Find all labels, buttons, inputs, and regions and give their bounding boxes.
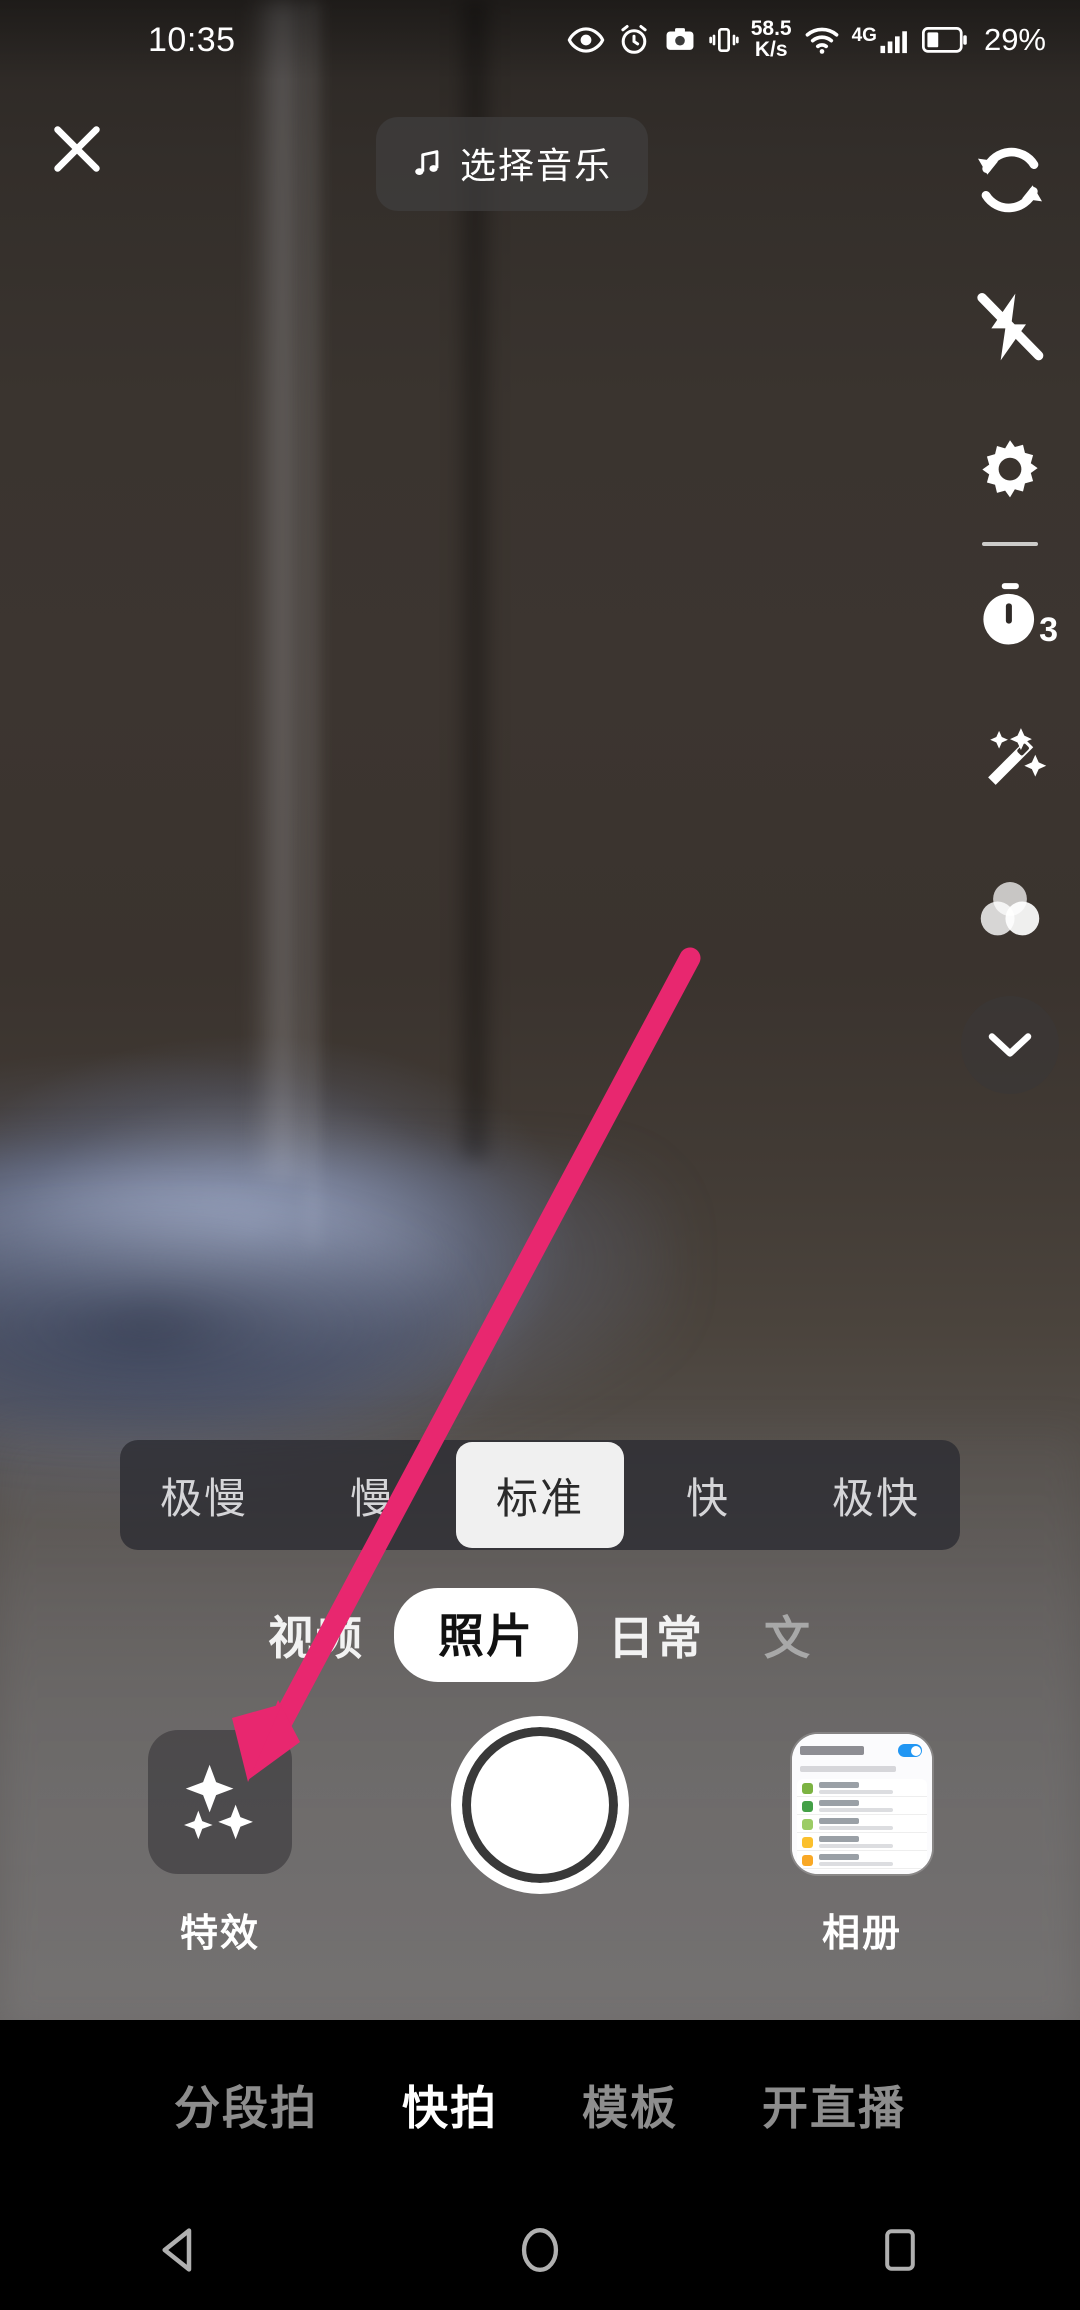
effects-button[interactable] bbox=[148, 1730, 292, 1874]
flash-toggle-button[interactable] bbox=[940, 277, 1080, 377]
speed-option-standard[interactable]: 标准 bbox=[456, 1442, 624, 1548]
beauty-button[interactable] bbox=[940, 713, 1080, 813]
album-label: 相册 bbox=[821, 1913, 902, 1955]
rail-divider bbox=[982, 542, 1038, 546]
flip-camera-icon bbox=[978, 147, 1042, 213]
nav-item-live[interactable]: 开直播 bbox=[720, 2072, 948, 2138]
settings-button[interactable] bbox=[940, 424, 1080, 524]
status-time: 10:35 bbox=[148, 20, 236, 59]
tab-text[interactable]: 文 bbox=[734, 1602, 842, 1668]
tab-daily[interactable]: 日常 bbox=[578, 1602, 734, 1668]
effects-label: 特效 bbox=[179, 1913, 260, 1955]
speed-option-fast[interactable]: 快 bbox=[624, 1440, 792, 1550]
tab-video[interactable]: 视频 bbox=[238, 1602, 394, 1668]
capture-row: 特效 相册 bbox=[0, 1716, 1080, 2010]
speed-option-slow[interactable]: 慢 bbox=[288, 1440, 456, 1550]
select-music-button[interactable]: 选择音乐 bbox=[376, 117, 649, 211]
shutter-button[interactable] bbox=[451, 1716, 629, 1894]
filter-button[interactable] bbox=[940, 860, 1080, 960]
timer-icon bbox=[983, 583, 1035, 645]
tool-rail: 3 bbox=[940, 130, 1080, 1094]
beauty-wand-icon bbox=[988, 728, 1047, 785]
battery-percent: 29% bbox=[983, 22, 1046, 57]
close-icon bbox=[54, 126, 100, 172]
preview-floor-shadow bbox=[0, 1210, 460, 1440]
mode-tabs: 视频 照片 日常 文 bbox=[0, 1580, 1080, 1690]
chevron-down-icon bbox=[988, 1033, 1032, 1057]
nav-item-quick-shoot[interactable]: 快拍 bbox=[360, 2072, 540, 2138]
wifi-icon bbox=[803, 23, 841, 57]
system-home-button[interactable] bbox=[450, 2190, 630, 2310]
mobile-network-label: 4G bbox=[851, 25, 877, 46]
bottom-nav: 分段拍 快拍 模板 开直播 bbox=[0, 2020, 1080, 2190]
select-music-label: 选择音乐 bbox=[460, 145, 613, 186]
eye-comfort-icon bbox=[567, 21, 605, 59]
tab-photo[interactable]: 照片 bbox=[394, 1588, 578, 1682]
alarm-icon bbox=[616, 22, 652, 58]
settings-gear-icon bbox=[982, 440, 1038, 498]
recents-square-icon bbox=[885, 2229, 915, 2271]
signal-bars-icon: 4G bbox=[852, 25, 911, 55]
sparkles-icon bbox=[184, 1764, 253, 1840]
speed-option-very-slow[interactable]: 极慢 bbox=[120, 1440, 288, 1550]
top-bar: 选择音乐 bbox=[0, 80, 1080, 220]
close-button[interactable] bbox=[34, 106, 120, 192]
nav-item-template[interactable]: 模板 bbox=[540, 2072, 720, 2138]
timer-badge: 3 bbox=[1039, 611, 1058, 649]
flip-camera-button[interactable] bbox=[940, 130, 1080, 230]
camera-screen: 10:35 58.5 K/s 4G 29% 选择音乐 3 极慢 慢 标准 快 极… bbox=[0, 0, 1080, 2310]
flash-off-icon bbox=[977, 293, 1044, 361]
system-back-button[interactable] bbox=[90, 2190, 270, 2310]
filter-icon bbox=[980, 882, 1040, 936]
network-speed-unit: K/s bbox=[754, 38, 788, 61]
home-circle-icon bbox=[521, 2228, 559, 2272]
system-navigation-bar bbox=[0, 2190, 1080, 2310]
screenshot-icon bbox=[663, 23, 697, 57]
music-note-icon bbox=[415, 150, 439, 176]
back-triangle-icon bbox=[162, 2228, 192, 2272]
speed-selector: 极慢 慢 标准 快 极快 bbox=[120, 1440, 960, 1550]
speed-option-very-fast[interactable]: 极快 bbox=[792, 1440, 960, 1550]
collapse-tools-button[interactable] bbox=[961, 996, 1059, 1094]
battery-icon bbox=[921, 26, 968, 54]
status-bar: 10:35 58.5 K/s 4G 29% bbox=[0, 0, 1080, 80]
nav-item-segment-shoot[interactable]: 分段拍 bbox=[132, 2072, 360, 2138]
status-icons: 58.5 K/s 4G 29% bbox=[567, 19, 1046, 60]
album-thumbnail bbox=[792, 1734, 932, 1874]
album-button[interactable] bbox=[792, 1734, 932, 1874]
timer-button[interactable]: 3 bbox=[940, 566, 1080, 666]
vibrate-icon bbox=[708, 23, 740, 57]
network-speed: 58.5 K/s bbox=[751, 19, 792, 60]
network-speed-value: 58.5 bbox=[750, 17, 792, 41]
system-recents-button[interactable] bbox=[810, 2190, 990, 2310]
